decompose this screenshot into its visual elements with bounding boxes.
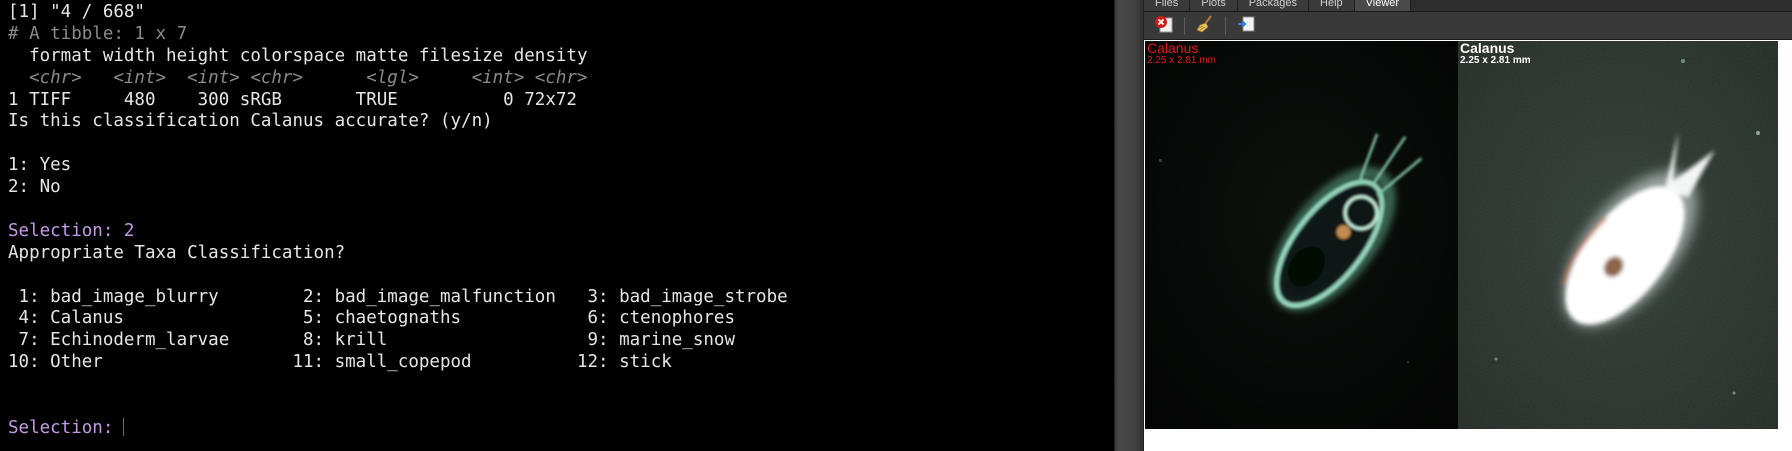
left-image-title: Calanus (1147, 41, 1199, 56)
pane-tab-bar: Files Plots Packages Help Viewer (1144, 0, 1792, 12)
tibble-header: # A tibble: 1 x 7 (8, 23, 188, 44)
selection-prompt: Selection: (8, 417, 114, 438)
tab-plots[interactable]: Plots (1190, 0, 1238, 11)
taxa-options-row: 10: Other 11: small_copepod 12: stick (8, 352, 672, 373)
tab-packages[interactable]: Packages (1237, 0, 1310, 11)
toolbar-separator (1184, 16, 1185, 35)
viewer-pane: Files Plots Packages Help Viewer Calanus… (1144, 0, 1792, 451)
toolbar-separator (1225, 16, 1226, 35)
text-cursor (123, 417, 125, 436)
option-yes: 1: Yes (8, 155, 72, 176)
image-viewer: Calanus 2.25 x 2.81 mm Calanus 2.25 x 2.… (1144, 41, 1792, 451)
remove-viewer-icon (1154, 15, 1174, 37)
pane-splitter[interactable] (1114, 0, 1144, 451)
option-no: 2: No (8, 177, 61, 198)
right-image-size-label: 2.25 x 2.81 mm (1460, 55, 1531, 66)
r-console[interactable]: [1] "4 / 668" # A tibble: 1 x 7 format w… (0, 0, 1114, 451)
clear-all-button[interactable] (1193, 14, 1217, 38)
taxa-options-row: 4: Calanus 5: chaetognaths 6: ctenophore… (8, 308, 735, 329)
clear-all-broom-icon (1195, 14, 1215, 38)
remove-viewer-button[interactable] (1152, 15, 1176, 37)
accuracy-question: Is this classification Calanus accurate?… (8, 111, 493, 132)
export-icon (1236, 15, 1256, 37)
tibble-types-row: <chr> <int> <int> <chr> <lgl> <int> <chr… (8, 67, 588, 88)
tibble-columns-header: format width height colorspace matte fil… (8, 45, 588, 66)
viewer-toolbar (1144, 12, 1792, 40)
calanus-original-image (1145, 41, 1458, 429)
taxa-options-row: 7: Echinoderm_larvae 8: krill 9: marine_… (8, 330, 735, 351)
taxa-question: Appropriate Taxa Classification? (8, 242, 346, 263)
left-image-size-label: 2.25 x 2.81 mm (1147, 55, 1216, 66)
console-input-line[interactable]: Selection: (8, 417, 1114, 440)
tibble-data-row: 1 TIFF 480 300 sRGB TRUE 0 72x72 (8, 89, 577, 110)
taxa-options-row: 1: bad_image_blurry 2: bad_image_malfunc… (8, 286, 788, 307)
tab-help[interactable]: Help (1309, 0, 1355, 11)
enhanced-image-panel: Calanus 2.25 x 2.81 mm (1458, 41, 1778, 429)
console-output-line: [1] "4 / 668" (8, 2, 145, 22)
original-image-panel: Calanus 2.25 x 2.81 mm (1145, 41, 1458, 429)
previous-selection: Selection: 2 (8, 220, 135, 241)
right-image-title: Calanus (1460, 41, 1515, 56)
tab-viewer[interactable]: Viewer (1354, 0, 1412, 11)
tab-files[interactable]: Files (1144, 0, 1191, 11)
calanus-enhanced-image (1458, 41, 1778, 429)
export-button[interactable] (1234, 15, 1258, 37)
